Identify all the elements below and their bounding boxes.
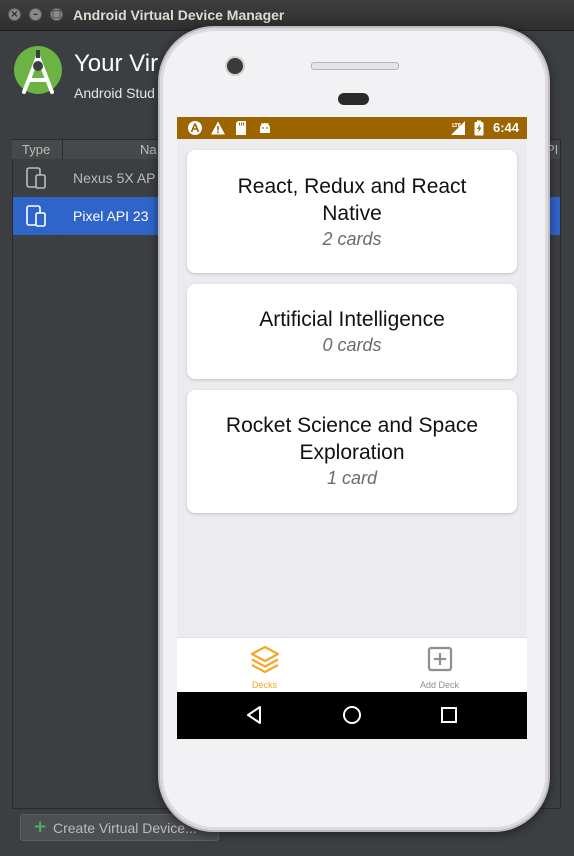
home-icon[interactable] bbox=[341, 704, 363, 726]
earpiece bbox=[338, 93, 369, 105]
react-native-notification-icon bbox=[188, 121, 202, 135]
svg-text:LTE: LTE bbox=[452, 123, 462, 129]
deck-card[interactable]: React, Redux and React Native 2 cards bbox=[187, 150, 517, 273]
deck-card[interactable]: Artificial Intelligence 0 cards bbox=[187, 284, 517, 379]
android-studio-logo bbox=[14, 46, 62, 94]
deck-title: Rocket Science and Space Exploration bbox=[225, 414, 479, 464]
deck-card-count: 2 cards bbox=[322, 229, 382, 249]
deck-title: Artificial Intelligence bbox=[259, 308, 445, 331]
window-title: Android Virtual Device Manager bbox=[73, 7, 285, 23]
tab-add-deck-label: Add Deck bbox=[419, 680, 460, 690]
bottom-tab-bar: Decks Add Deck bbox=[177, 637, 527, 693]
plus-square-icon bbox=[427, 646, 453, 672]
tab-decks-label: Decks bbox=[251, 680, 277, 690]
front-camera bbox=[225, 56, 245, 76]
deck-card-count: 1 card bbox=[326, 468, 378, 488]
header-title: Your Vir bbox=[74, 50, 159, 77]
plus-icon: + bbox=[33, 817, 48, 837]
header-subtitle: Android Stud bbox=[74, 85, 155, 101]
deck-card[interactable]: Rocket Science and Space Exploration 1 c… bbox=[187, 390, 517, 513]
window-close-button[interactable]: × bbox=[8, 8, 21, 21]
create-virtual-device-label: Create Virtual Device... bbox=[53, 820, 197, 836]
phone-tablet-icon bbox=[26, 167, 46, 189]
status-time: 6:44 bbox=[492, 120, 519, 135]
emulator-screen: LTE 6:44 React, Redux and React Native 2… bbox=[177, 117, 527, 739]
window-maximize-button[interactable]: □ bbox=[50, 8, 63, 21]
lte-signal-icon: LTE bbox=[451, 121, 465, 135]
speaker-grille bbox=[311, 62, 399, 70]
window-minimize-button[interactable]: – bbox=[29, 8, 42, 21]
deck-title: React, Redux and React Native bbox=[237, 175, 467, 225]
column-header-type[interactable]: Type bbox=[22, 142, 50, 157]
device-name: Pixel API 23 bbox=[73, 208, 149, 224]
status-bar: LTE 6:44 bbox=[177, 117, 527, 139]
sd-card-icon bbox=[236, 121, 246, 135]
battery-charging-icon bbox=[474, 120, 484, 136]
android-debug-icon bbox=[260, 122, 270, 133]
device-name: Nexus 5X AP bbox=[73, 170, 156, 186]
tab-decks[interactable]: Decks bbox=[177, 638, 352, 693]
phone-tablet-icon bbox=[26, 205, 46, 227]
deck-card-count: 0 cards bbox=[322, 335, 382, 355]
tab-add-deck[interactable]: Add Deck bbox=[352, 638, 527, 693]
column-header-name[interactable]: Na bbox=[140, 142, 157, 157]
recents-icon[interactable] bbox=[438, 704, 460, 726]
layers-icon bbox=[250, 645, 280, 674]
android-nav-bar bbox=[177, 692, 527, 739]
warning-icon bbox=[211, 121, 225, 135]
back-icon[interactable] bbox=[243, 704, 265, 726]
